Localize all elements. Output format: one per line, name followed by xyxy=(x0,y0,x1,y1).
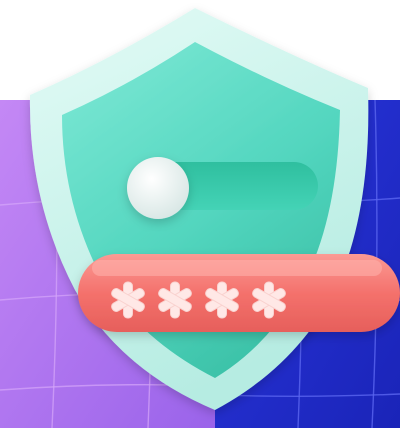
toggle-knob xyxy=(127,157,189,219)
toggle-switch xyxy=(127,157,318,219)
security-illustration: **** xyxy=(0,0,400,428)
security-illustration-svg xyxy=(0,8,400,428)
password-bar-highlight xyxy=(92,260,382,276)
